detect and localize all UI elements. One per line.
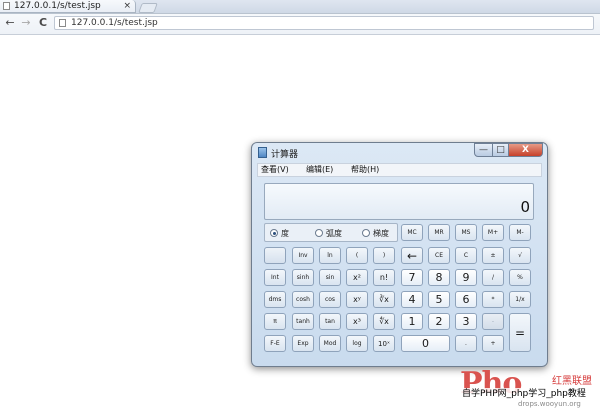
url-text: 127.0.0.1/s/test.jsp [71,18,158,28]
key-x-squared[interactable]: x² [346,269,368,286]
watermark-banner: 自学PHP网_php学习_php教程 [452,388,600,400]
key-inv[interactable]: Inv [292,247,314,264]
key-decimal[interactable]: . [455,335,477,352]
key-ten-power-x[interactable]: 10ˣ [373,335,395,352]
reload-button[interactable]: C [36,16,50,30]
tab-close-button[interactable]: × [123,0,131,12]
key-1[interactable]: 1 [401,313,423,330]
key-m-minus[interactable]: M- [509,224,531,241]
key-4[interactable]: 4 [401,291,423,308]
key-multiply[interactable]: * [482,291,504,308]
browser-tab[interactable]: 127.0.0.1/s/test.jsp × [0,0,136,13]
radio-label: 弧度 [326,229,342,238]
page-icon [3,2,10,10]
display-value: 0 [520,198,530,216]
key-tanh[interactable]: tanh [292,313,314,330]
radio-dot [315,229,323,237]
key-open-paren[interactable]: ( [346,247,368,264]
tab-title: 127.0.0.1/s/test.jsp [14,1,101,11]
watermark: Pho 红黑联盟 自学PHP网_php学习_php教程 drops.wooyun… [452,368,600,410]
key-2[interactable]: 2 [428,313,450,330]
radio-label: 度 [281,229,289,238]
key-divide[interactable]: / [482,269,504,286]
key-percent[interactable]: % [509,269,531,286]
key-cosh[interactable]: cosh [292,291,314,308]
watermark-sub: drops.wooyun.org [518,400,581,408]
key-ln[interactable]: ln [319,247,341,264]
navigation-bar: ← → C 127.0.0.1/s/test.jsp [0,14,600,35]
key-plus-minus[interactable]: ± [482,247,504,264]
key-reciprocal[interactable]: 1/x [509,291,531,308]
maximize-button[interactable]: □ [492,143,509,157]
key-y-root-x[interactable]: ∜x [373,313,395,330]
menu-help[interactable]: 帮助(H) [351,164,379,176]
key-0[interactable]: 0 [401,335,450,352]
key-x-cubed[interactable]: x³ [346,313,368,330]
key-ms[interactable]: MS [455,224,477,241]
calculator-display: 0 [264,183,534,220]
key-blank [264,247,286,264]
key-x-power-y[interactable]: xʸ [346,291,368,308]
key-backspace[interactable]: ← [401,247,423,264]
menu-edit[interactable]: 编辑(E) [306,164,333,176]
key-m-plus[interactable]: M+ [482,224,504,241]
menu-bar: 查看(V) 编辑(E) 帮助(H) [257,163,542,177]
key-sinh[interactable]: sinh [292,269,314,286]
radio-dot [362,229,370,237]
key-cube-root[interactable]: ∛x [373,291,395,308]
radio-label: 梯度 [373,229,389,238]
key-7[interactable]: 7 [401,269,423,286]
key-3[interactable]: 3 [455,313,477,330]
calculator-window: 计算器 — □ X 查看(V) 编辑(E) 帮助(H) 0 度 弧度 梯度 MC… [251,142,548,367]
key-close-paren[interactable]: ) [373,247,395,264]
key-sqrt[interactable]: √ [509,247,531,264]
back-button[interactable]: ← [3,16,17,30]
new-tab-button[interactable] [138,3,158,13]
key-cos[interactable]: cos [319,291,341,308]
calculator-icon [258,147,267,158]
key-equals[interactable]: = [509,313,531,352]
forward-button[interactable]: → [19,16,33,30]
key-dms[interactable]: dms [264,291,286,308]
minimize-button[interactable]: — [474,143,493,157]
key-5[interactable]: 5 [428,291,450,308]
angle-mode-group: 度 弧度 梯度 [264,223,398,242]
window-title: 计算器 [271,150,299,160]
key-mod[interactable]: Mod [319,335,341,352]
key-sin[interactable]: sin [319,269,341,286]
key-add[interactable]: + [482,335,504,352]
key-c[interactable]: C [455,247,477,264]
calculator-titlebar[interactable]: 计算器 — □ X [252,143,547,163]
key-8[interactable]: 8 [428,269,450,286]
tab-strip: 127.0.0.1/s/test.jsp × [0,0,600,14]
key-factorial[interactable]: n! [373,269,395,286]
key-subtract[interactable]: - [482,313,504,330]
key-ce[interactable]: CE [428,247,450,264]
key-mr[interactable]: MR [428,224,450,241]
key-mc[interactable]: MC [401,224,423,241]
key-pi[interactable]: π [264,313,286,330]
menu-view[interactable]: 查看(V) [261,164,289,176]
address-bar[interactable]: 127.0.0.1/s/test.jsp [54,16,594,30]
page-icon [59,19,66,27]
radio-dot [270,229,278,237]
watermark-brand: 红黑联盟 [552,376,592,387]
key-6[interactable]: 6 [455,291,477,308]
key-9[interactable]: 9 [455,269,477,286]
close-button[interactable]: X [508,143,543,157]
key-exp[interactable]: Exp [292,335,314,352]
key-f-e[interactable]: F-E [264,335,286,352]
key-log[interactable]: log [346,335,368,352]
key-tan[interactable]: tan [319,313,341,330]
key-int[interactable]: Int [264,269,286,286]
